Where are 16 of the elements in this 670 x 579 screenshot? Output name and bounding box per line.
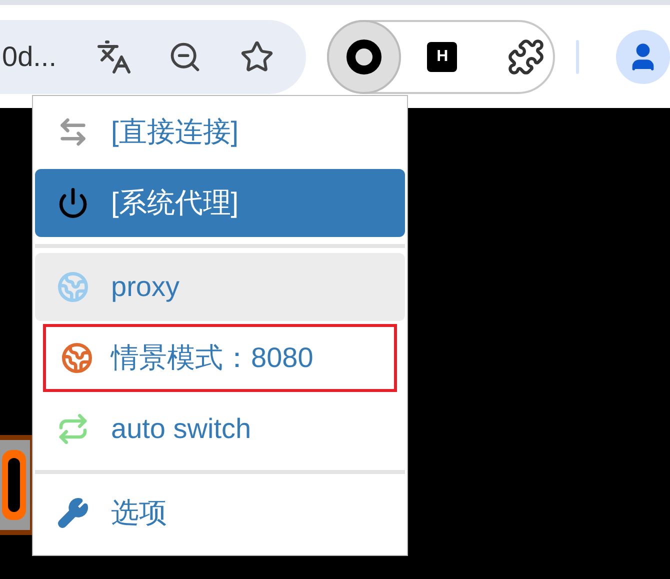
power-icon [57, 187, 89, 219]
ring-icon [346, 38, 382, 74]
address-text: 0d... [2, 40, 56, 74]
wrench-icon [57, 497, 89, 529]
extension-badge[interactable]: H [427, 42, 458, 72]
translate-icon[interactable] [96, 38, 132, 74]
globe-icon [61, 342, 93, 374]
globe-icon [57, 271, 89, 303]
menu-item[interactable]: [系统代理] [35, 169, 405, 237]
address-bar[interactable]: 0d... [0, 20, 306, 94]
profile-avatar[interactable] [616, 30, 670, 84]
menu-item[interactable]: 情景模式：8080 [43, 324, 397, 392]
bookmark-star-icon[interactable] [240, 40, 274, 74]
puzzle-icon[interactable] [507, 38, 546, 76]
repeat-arrows-icon [57, 413, 89, 445]
menu-item[interactable]: proxy [35, 253, 405, 321]
